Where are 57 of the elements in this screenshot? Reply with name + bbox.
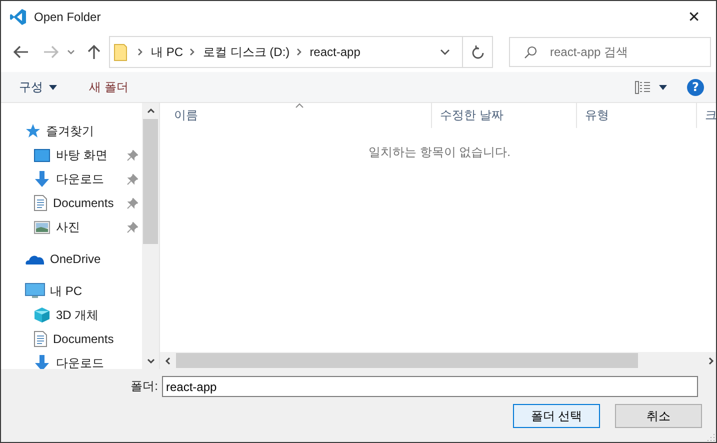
scrollbar[interactable]: [142, 103, 159, 369]
scrollbar[interactable]: [160, 352, 716, 369]
desktop-icon: [34, 148, 50, 162]
cancel-button[interactable]: 취소: [615, 404, 702, 428]
empty-message: 일치하는 항목이 없습니다.: [368, 144, 510, 159]
caret-icon: [659, 84, 667, 90]
cube-icon: [34, 307, 50, 323]
document-icon: [34, 195, 47, 211]
nav-item[interactable]: Documents: [1, 327, 142, 351]
document-icon: [34, 331, 47, 347]
cloud-icon: [25, 253, 45, 265]
close-button[interactable]: ✕: [672, 1, 716, 32]
down-arrow-icon: [34, 355, 50, 369]
chevron-down-icon[interactable]: [67, 49, 75, 55]
help-button[interactable]: ?: [687, 78, 704, 96]
address-bar[interactable]: 내 PC 로컬 디스크 (D:) react-app: [109, 36, 493, 68]
chevron-right-icon[interactable]: [189, 48, 196, 56]
nav-item[interactable]: 3D 개체: [1, 303, 142, 327]
nav-item[interactable]: OneDrive: [1, 247, 142, 271]
back-arrow-icon[interactable]: [13, 45, 29, 59]
nav-item[interactable]: 다운로드: [1, 351, 142, 369]
folder-label: 폴더:: [130, 378, 158, 395]
monitor-icon: [25, 283, 45, 299]
refresh-icon: [472, 45, 484, 59]
folder-icon: [114, 44, 127, 60]
select-folder-button[interactable]: 폴더 선택: [513, 404, 600, 428]
chevron-right-icon[interactable]: [296, 48, 302, 56]
column-header[interactable]: 크: [697, 103, 716, 128]
window-title: Open Folder: [34, 10, 102, 24]
breadcrumb-item[interactable]: react-app: [310, 45, 360, 59]
breadcrumb-item[interactable]: 내 PC: [151, 44, 184, 60]
resize-grip-icon: [707, 433, 715, 441]
caret-icon: [49, 84, 57, 90]
search-field[interactable]: react-app 검색: [509, 37, 711, 67]
down-arrow-icon: [34, 171, 50, 187]
list-view-icon: [635, 80, 651, 94]
chevron-right-icon[interactable]: [137, 48, 143, 56]
star-icon: [25, 123, 41, 139]
column-header[interactable]: 유형: [577, 103, 697, 128]
breadcrumb-item[interactable]: 로컬 디스크 (D:): [203, 44, 290, 60]
nav-item[interactable]: 다운로드: [1, 167, 142, 191]
search-icon: [524, 46, 537, 59]
up-arrow-icon[interactable]: [87, 44, 101, 60]
organize-menu-button[interactable]: 구성: [15, 76, 61, 98]
nav-item[interactable]: 바탕 화면: [1, 143, 142, 167]
column-header[interactable]: 이름: [166, 103, 432, 128]
folder-name-field[interactable]: react-app: [162, 376, 698, 397]
nav-item[interactable]: 즐겨찾기: [1, 119, 142, 143]
nav-item[interactable]: Documents: [1, 191, 142, 215]
new-folder-button[interactable]: 새 폴더: [85, 76, 132, 98]
nav-item[interactable]: 내 PC: [1, 279, 142, 303]
code-editor-logo-icon: [9, 8, 27, 26]
image-icon: [34, 220, 50, 234]
nav-item[interactable]: 사진: [1, 215, 142, 239]
column-header[interactable]: 수정한 날짜: [432, 103, 577, 128]
chevron-down-icon[interactable]: [440, 49, 450, 55]
view-options-button[interactable]: [635, 80, 667, 94]
